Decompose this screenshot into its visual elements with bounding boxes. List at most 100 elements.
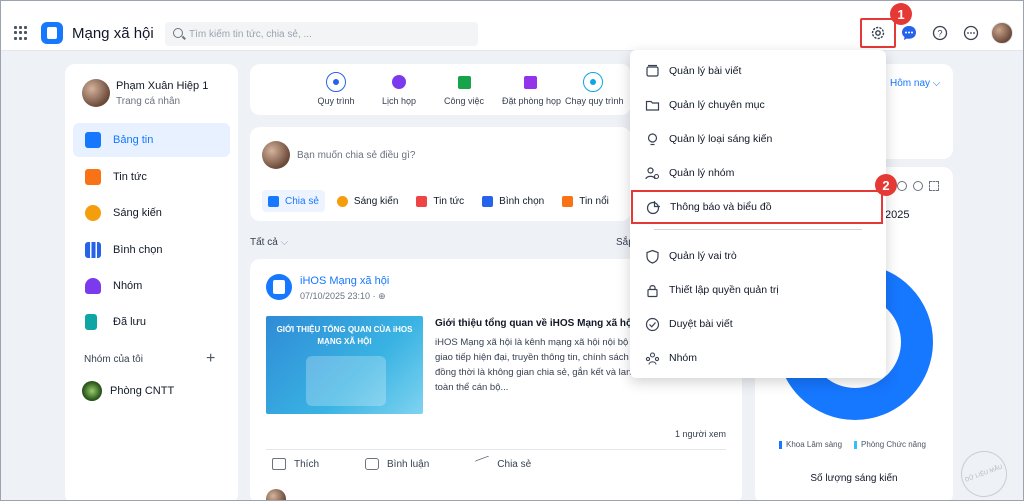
lightbulb-icon	[645, 132, 660, 147]
add-group-button[interactable]: +	[206, 350, 215, 368]
post-image[interactable]: GIỚI THIỆU TỔNG QUAN CỦA iHOS MẠNG XÃ HỘ…	[266, 316, 423, 414]
sidebar-item-news[interactable]: Tin tức	[73, 160, 230, 194]
menu-item-manage-categories[interactable]: Quản lý chuyên mục	[630, 88, 886, 122]
menu-item-approve-posts[interactable]: Duyệt bài viết	[630, 307, 886, 341]
menu-item-label: Quản lý vai trò	[669, 250, 737, 262]
composer-news-button[interactable]: Tin tức	[410, 190, 470, 212]
chart-legend: Khoa Lâm sàng Phòng Chức năng	[779, 440, 926, 449]
quick-action-label: Quy trình	[317, 96, 355, 106]
menu-item-manage-posts[interactable]: Quản lý bài viết	[630, 54, 886, 88]
menu-item-label: Nhóm	[669, 352, 698, 364]
quick-action-tasks[interactable]: Công việc	[436, 72, 492, 106]
sidebar-item-saved[interactable]: Đã lưu	[73, 305, 230, 339]
share-icon	[475, 455, 490, 473]
group-avatar	[82, 381, 102, 401]
messenger-button[interactable]	[900, 24, 918, 42]
more-button[interactable]	[962, 24, 980, 42]
lightbulb-icon	[85, 205, 101, 221]
group-label: Phòng CNTT	[110, 385, 175, 397]
profile-avatar[interactable]	[82, 79, 110, 107]
profile-name[interactable]: Phạm Xuân Hiệp 1	[116, 80, 208, 92]
settings-button[interactable]	[860, 18, 896, 48]
bar-chart-icon	[482, 195, 494, 207]
quick-action-book-room[interactable]: Đặt phòng họp	[502, 72, 561, 106]
apps-grid-icon[interactable]	[14, 26, 28, 40]
group-item-it[interactable]: Phòng CNTT	[82, 381, 174, 401]
composer-featured-button[interactable]: Tin nổi	[556, 190, 615, 212]
app-logo-icon	[41, 22, 63, 44]
date-filter-label: Hôm nay	[890, 78, 931, 89]
more-icon	[963, 25, 979, 41]
menu-item-label: Quản lý loại sáng kiến	[669, 133, 773, 145]
menu-item-admin-permissions[interactable]: Thiết lập quyền quản trị	[630, 273, 886, 307]
sidebar-item-groups[interactable]: Nhóm	[73, 269, 230, 303]
menu-item-manage-groups[interactable]: Quản lý nhóm	[630, 156, 886, 190]
search-input[interactable]	[189, 25, 469, 43]
sidebar-item-label: Bình chọn	[113, 244, 163, 256]
legend-item[interactable]: Phòng Chức năng	[854, 440, 926, 449]
quick-action-process[interactable]: Quy trình	[308, 72, 364, 106]
like-label: Thích	[294, 458, 320, 470]
post-author[interactable]: iHOS Mạng xã hội	[300, 275, 389, 287]
legend-swatch	[779, 440, 782, 449]
search-box[interactable]	[165, 22, 478, 46]
sidebar-item-polls[interactable]: Bình chọn	[73, 233, 230, 267]
gear-icon	[871, 26, 885, 40]
post-title[interactable]: Giới thiệu tổng quan về iHOS Mạng xã hội	[435, 318, 635, 329]
post-views[interactable]: 1 người xem	[675, 429, 726, 439]
refresh-icon[interactable]	[897, 181, 907, 191]
legend-item[interactable]: Khoa Lâm sàng	[779, 440, 842, 449]
expand-icon[interactable]	[929, 181, 939, 191]
app-window: Mạng xã hội ?	[0, 0, 1024, 501]
news-icon	[416, 195, 428, 207]
menu-item-label: Thông báo và biểu đồ	[670, 201, 772, 213]
quick-action-label: Chạy quy trình	[565, 96, 624, 106]
chart-tools	[897, 181, 939, 191]
users-gear-icon	[645, 166, 660, 181]
legend-swatch	[854, 440, 858, 449]
composer-input[interactable]: Bạn muốn chia sẻ điều gì?	[297, 150, 415, 161]
like-button[interactable]: Thích	[272, 458, 319, 470]
post-actions: Thích Bình luận Chia sẻ	[272, 455, 532, 473]
post-divider	[266, 449, 726, 450]
composer-initiative-button[interactable]: Sáng kiến	[331, 190, 404, 212]
composer-share-button[interactable]: Chia sẻ	[262, 190, 325, 212]
menu-item-manage-roles[interactable]: Quản lý vai trò	[630, 239, 886, 273]
menu-item-groups[interactable]: Nhóm	[630, 341, 886, 375]
sidebar-item-initiatives[interactable]: Sáng kiến	[73, 196, 230, 230]
globe-icon: ⊕	[378, 291, 386, 301]
date-filter-dropdown[interactable]: Hôm nay ⌵	[890, 78, 940, 89]
news-icon	[85, 169, 101, 185]
quick-action-label: Lịch họp	[381, 96, 417, 106]
feed-filter-dropdown[interactable]: Tất cả ⌵	[250, 237, 288, 248]
svg-text:?: ?	[937, 29, 942, 39]
settings-dropdown-menu: Quản lý bài viết Quản lý chuyên mục Quản…	[630, 50, 886, 378]
comment-button[interactable]: Bình luận	[365, 458, 429, 470]
menu-item-label: Duyệt bài viết	[669, 318, 733, 330]
composer-poll-button[interactable]: Bình chọn	[476, 190, 550, 212]
sidebar-item-label: Đã lưu	[113, 316, 147, 328]
share-button[interactable]: Chia sẻ	[475, 455, 532, 473]
post-composer: Bạn muốn chia sẻ điều gì? Chia sẻ Sáng k…	[250, 127, 631, 221]
menu-item-manage-initiative-types[interactable]: Quản lý loại sáng kiến	[630, 122, 886, 156]
composer-action-label: Tin tức	[433, 195, 465, 207]
lightbulb-icon	[336, 195, 348, 207]
share-label: Chia sẻ	[497, 458, 532, 470]
sidebar-item-news-feed[interactable]: Bảng tin	[73, 123, 230, 157]
menu-item-notifications-charts[interactable]: Thông báo và biểu đồ	[631, 190, 883, 224]
post-image-title: GIỚI THIỆU TỔNG QUAN CỦA iHOS MẠNG XÃ HỘ…	[276, 325, 413, 346]
menu-item-label: Thiết lập quyền quản trị	[669, 284, 779, 296]
quick-action-meetings[interactable]: Lịch họp	[371, 72, 427, 106]
post-date-text: 07/10/2025 23:10	[300, 291, 371, 301]
composer-action-label: Chia sẻ	[285, 195, 319, 207]
post-author-avatar[interactable]	[266, 274, 292, 300]
profile-subtitle[interactable]: Trang cá nhân	[116, 96, 180, 107]
composer-avatar	[262, 141, 290, 169]
user-avatar[interactable]	[991, 22, 1013, 44]
chevron-down-icon: ⌵	[932, 78, 941, 89]
help-button[interactable]: ?	[931, 24, 949, 42]
megaphone-icon	[562, 195, 574, 207]
edit-icon	[268, 195, 279, 207]
quick-action-run-process[interactable]: Chạy quy trình	[565, 72, 624, 106]
gear-icon[interactable]	[913, 181, 923, 191]
